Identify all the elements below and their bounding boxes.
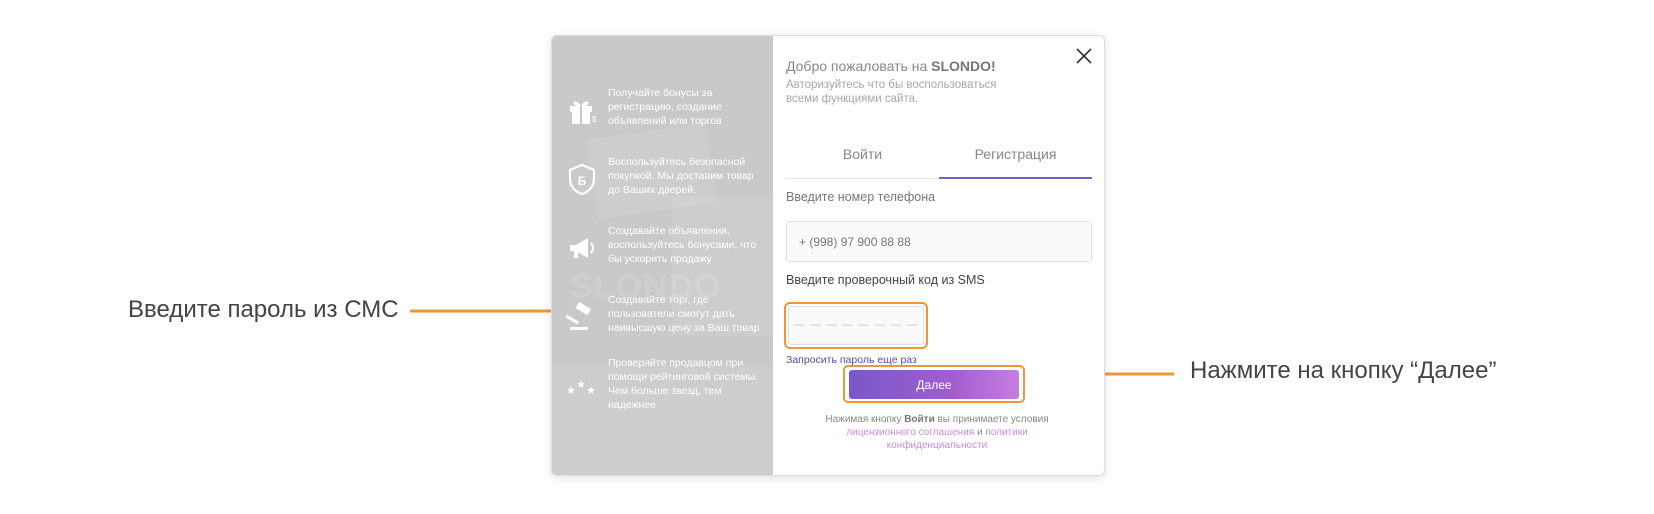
auth-form-panel: Добро пожаловать на SLONDO! Авторизуйтес…: [773, 36, 1104, 475]
feature-text: Создавайте объявления, воспользуйтесь бо…: [608, 225, 757, 265]
feature-auction: Создавайте торг, где пользователи смогут…: [552, 293, 773, 353]
close-icon[interactable]: [1074, 46, 1094, 66]
feature-text: Получайте бонусы за регистрацию, создани…: [608, 87, 722, 127]
stars-icon: ★ ★ ★: [566, 379, 596, 397]
gift-icon: $: [570, 101, 597, 124]
feature-text: Создавайте торг, где пользователи смогут…: [608, 294, 760, 334]
svg-text:★: ★: [586, 385, 596, 397]
feature-bonuses: $ Получайте бонусы за регистрацию, созда…: [552, 86, 773, 146]
welcome-subtitle: Авторизуйтесь что бы воспользоваться все…: [786, 79, 997, 105]
next-button[interactable]: Далее: [849, 370, 1019, 399]
gavel-icon: [565, 302, 591, 330]
license-link[interactable]: лицензионного соглашения: [846, 427, 974, 438]
brand-name: SLONDO!: [931, 58, 996, 74]
sms-code-input[interactable]: — — — — — — — —: [788, 306, 924, 345]
terms-text: Нажимая кнопку Войти вы принимаете услов…: [825, 414, 1049, 451]
megaphone-icon: [570, 238, 594, 258]
feature-safe-purchase: Б Воспользуйтесь безопасной покупкой. Мы…: [552, 155, 773, 215]
annotation-enter-sms: Введите пароль из СМС: [128, 296, 399, 323]
auth-tabs: Войти Регистрация: [786, 141, 1092, 179]
auth-modal: SLONDO $ Получайте бонусы за регистрацию…: [551, 35, 1105, 476]
feature-text: Воспользуйтесь безопасной покупкой. Мы д…: [608, 156, 754, 196]
annotation-press-next: Нажмите на кнопку “Далее”: [1190, 357, 1497, 384]
phone-label: Введите номер телефона: [786, 190, 936, 204]
features-panel: SLONDO $ Получайте бонусы за регистрацию…: [552, 36, 773, 475]
tab-login[interactable]: Войти: [786, 141, 939, 179]
tab-register[interactable]: Регистрация: [939, 141, 1092, 179]
svg-text:★: ★: [566, 385, 576, 397]
sms-label: Введите проверочный код из SMS: [786, 273, 985, 287]
shield-icon: Б: [568, 163, 596, 196]
feature-ads: Создавайте объявления, воспользуйтесь бо…: [552, 224, 773, 284]
svg-text:Б: Б: [578, 174, 587, 188]
phone-input[interactable]: [786, 221, 1092, 262]
feature-text: Проверяйте продавцом при помощи рейтинго…: [608, 357, 759, 411]
svg-text:★: ★: [576, 379, 586, 391]
feature-rating: ★ ★ ★ Проверяйте продавцом при помощи ре…: [552, 356, 773, 416]
svg-text:$: $: [592, 115, 597, 124]
welcome-title: Добро пожаловать на SLONDO!: [786, 58, 996, 74]
